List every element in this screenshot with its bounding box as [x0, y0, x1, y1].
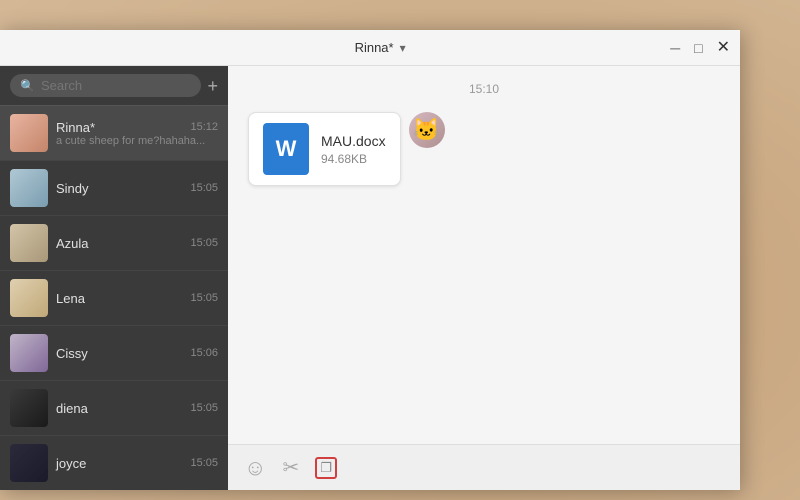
contact-time-sindy: 15:05: [190, 182, 218, 194]
contact-info-azula: Azula 15:05: [56, 236, 218, 251]
file-name: MAU.docx: [321, 133, 386, 149]
search-input[interactable]: [41, 78, 192, 93]
sender-avatar: 🐱: [409, 112, 445, 148]
search-bar: 🔍 +: [0, 66, 228, 106]
add-contact-button[interactable]: +: [207, 77, 218, 95]
maximize-button[interactable]: □: [694, 41, 702, 55]
app-window: Rinna* ▾ ─ □ ✕ 🔍 +: [0, 30, 740, 490]
emoji-button[interactable]: ☺: [244, 455, 266, 481]
word-icon: W: [263, 123, 309, 175]
chat-messages: 15:10 W MAU.docx 94.68KB 🐱: [228, 66, 740, 444]
contact-item-joyce[interactable]: joyce 15:05: [0, 436, 228, 490]
scissors-button[interactable]: ✂: [282, 455, 299, 480]
contact-item-lena[interactable]: Lena 15:05: [0, 271, 228, 326]
contact-info-rinna: Rinna* 15:12 a cute sheep for me?hahaha.…: [56, 120, 218, 147]
contact-info-joyce: joyce 15:05: [56, 456, 218, 471]
chat-toolbar: ☺ ✂ ❐: [228, 444, 740, 490]
contact-time-cissy: 15:06: [190, 347, 218, 359]
contact-name-cissy: Cissy: [56, 346, 88, 361]
file-size: 94.68KB: [321, 152, 386, 166]
message-time: 15:10: [248, 82, 720, 96]
contact-item-rinna[interactable]: Rinna* 15:12 a cute sheep for me?hahaha.…: [0, 106, 228, 161]
title-dropdown-icon[interactable]: ▾: [400, 41, 406, 55]
avatar-cissy: [10, 334, 48, 372]
contact-time-lena: 15:05: [190, 292, 218, 304]
contact-time-diena: 15:05: [190, 402, 218, 414]
contact-name-joyce: joyce: [56, 456, 86, 471]
minimize-button[interactable]: ─: [670, 41, 680, 55]
contact-list: Rinna* 15:12 a cute sheep for me?hahaha.…: [0, 106, 228, 490]
chat-area: 15:10 W MAU.docx 94.68KB 🐱: [228, 66, 740, 490]
contact-name-lena: Lena: [56, 291, 85, 306]
contact-name-sindy: Sindy: [56, 181, 89, 196]
contact-info-lena: Lena 15:05: [56, 291, 218, 306]
search-icon: 🔍: [20, 79, 35, 93]
close-button[interactable]: ✕: [717, 40, 730, 56]
title-bar-center: Rinna* ▾: [355, 40, 406, 55]
avatar-rinna: [10, 114, 48, 152]
message-row: W MAU.docx 94.68KB 🐱: [248, 112, 720, 186]
contact-info-sindy: Sindy 15:05: [56, 181, 218, 196]
title-bar: Rinna* ▾ ─ □ ✕: [0, 30, 740, 66]
file-info: MAU.docx 94.68KB: [321, 133, 386, 166]
contact-item-sindy[interactable]: Sindy 15:05: [0, 161, 228, 216]
chat-title: Rinna*: [355, 40, 394, 55]
avatar-joyce: [10, 444, 48, 482]
contact-time-azula: 15:05: [190, 237, 218, 249]
sidebar: 🔍 + Rinna* 15:12 a cute sheep for me?hah…: [0, 66, 228, 490]
avatar-lena: [10, 279, 48, 317]
contact-name-azula: Azula: [56, 236, 89, 251]
avatar-diena: [10, 389, 48, 427]
search-input-wrap[interactable]: 🔍: [10, 74, 201, 97]
contact-item-cissy[interactable]: Cissy 15:06: [0, 326, 228, 381]
contact-info-diena: diena 15:05: [56, 401, 218, 416]
contact-info-cissy: Cissy 15:06: [56, 346, 218, 361]
avatar-azula: [10, 224, 48, 262]
contact-name-diena: diena: [56, 401, 88, 416]
copy-button[interactable]: ❐: [315, 457, 337, 479]
file-bubble[interactable]: W MAU.docx 94.68KB: [248, 112, 401, 186]
main-content: 🔍 + Rinna* 15:12 a cute sheep for me?hah…: [0, 66, 740, 490]
contact-time-rinna: 15:12: [190, 121, 218, 133]
contact-item-diena[interactable]: diena 15:05: [0, 381, 228, 436]
contact-time-joyce: 15:05: [190, 457, 218, 469]
contact-item-azula[interactable]: Azula 15:05: [0, 216, 228, 271]
window-controls: ─ □ ✕: [670, 40, 730, 56]
avatar-sindy: [10, 169, 48, 207]
contact-preview-rinna: a cute sheep for me?hahaha...: [56, 135, 218, 147]
contact-name-rinna: Rinna*: [56, 120, 95, 135]
